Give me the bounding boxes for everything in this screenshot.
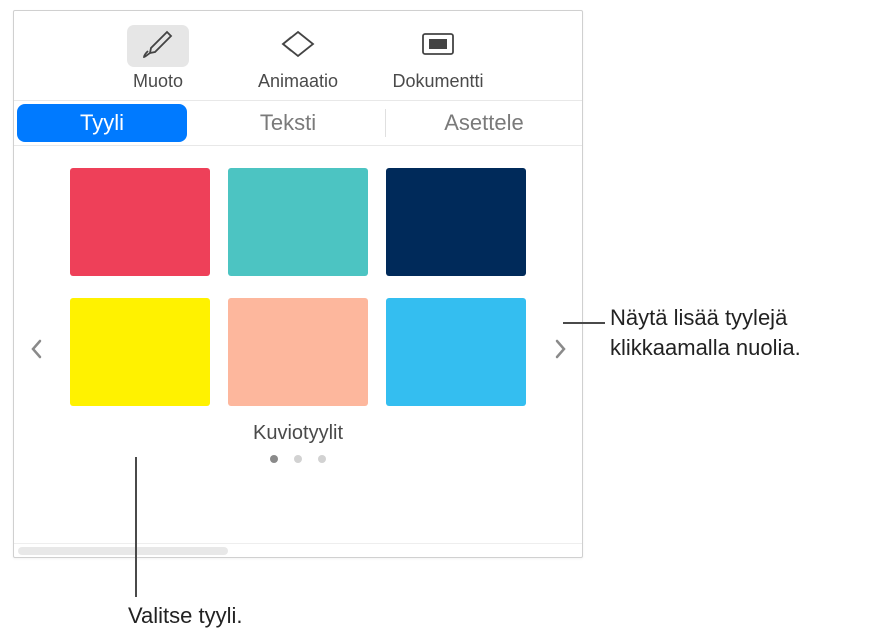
tab-arrange-label: Asettele [444,110,524,136]
chevron-left-icon [30,338,43,365]
style-swatch[interactable] [228,298,368,406]
style-swatch[interactable] [386,298,526,406]
callout-text: Valitse tyyli. [128,601,243,631]
styles-next-arrow[interactable] [546,332,574,372]
format-tab[interactable]: Muoto [93,25,223,92]
tab-text-label: Teksti [260,110,316,136]
styles-grid [14,168,582,406]
document-tab-label: Dokumentti [392,71,483,92]
page-dot[interactable] [270,455,278,463]
chevron-right-icon [554,338,567,365]
callout-line [135,457,137,597]
animate-tab-label: Animaatio [258,71,338,92]
page-dot[interactable] [318,455,326,463]
horizontal-scrollbar[interactable] [14,543,582,557]
styles-area: Kuviotyylit [14,146,582,557]
style-swatch[interactable] [70,168,210,276]
tab-text[interactable]: Teksti [190,101,386,145]
document-icon [420,30,456,63]
animate-tab[interactable]: Animaatio [233,25,363,92]
diamond-icon [279,29,317,64]
styles-prev-arrow[interactable] [22,332,50,372]
page-dot[interactable] [294,455,302,463]
inspector-toolbar: Muoto Animaatio [14,11,582,101]
inspector-panel: Muoto Animaatio [13,10,583,558]
tab-arrange[interactable]: Asettele [386,101,582,145]
tab-style-label: Tyyli [80,110,124,136]
style-swatch[interactable] [70,298,210,406]
scrollbar-thumb[interactable] [18,547,228,555]
document-tab[interactable]: Dokumentti [373,25,503,92]
styles-section-label: Kuviotyylit [14,422,582,445]
tab-style[interactable]: Tyyli [17,104,187,142]
style-swatch[interactable] [386,168,526,276]
style-swatch[interactable] [228,168,368,276]
callout-line [563,322,605,324]
page-indicator [14,455,582,463]
brush-icon [141,29,175,64]
sub-tabs: Tyyli Teksti Asettele [14,101,582,146]
callout-text: Näytä lisää tyylejä klikkaamalla nuolia. [610,303,870,362]
format-tab-label: Muoto [133,71,183,92]
